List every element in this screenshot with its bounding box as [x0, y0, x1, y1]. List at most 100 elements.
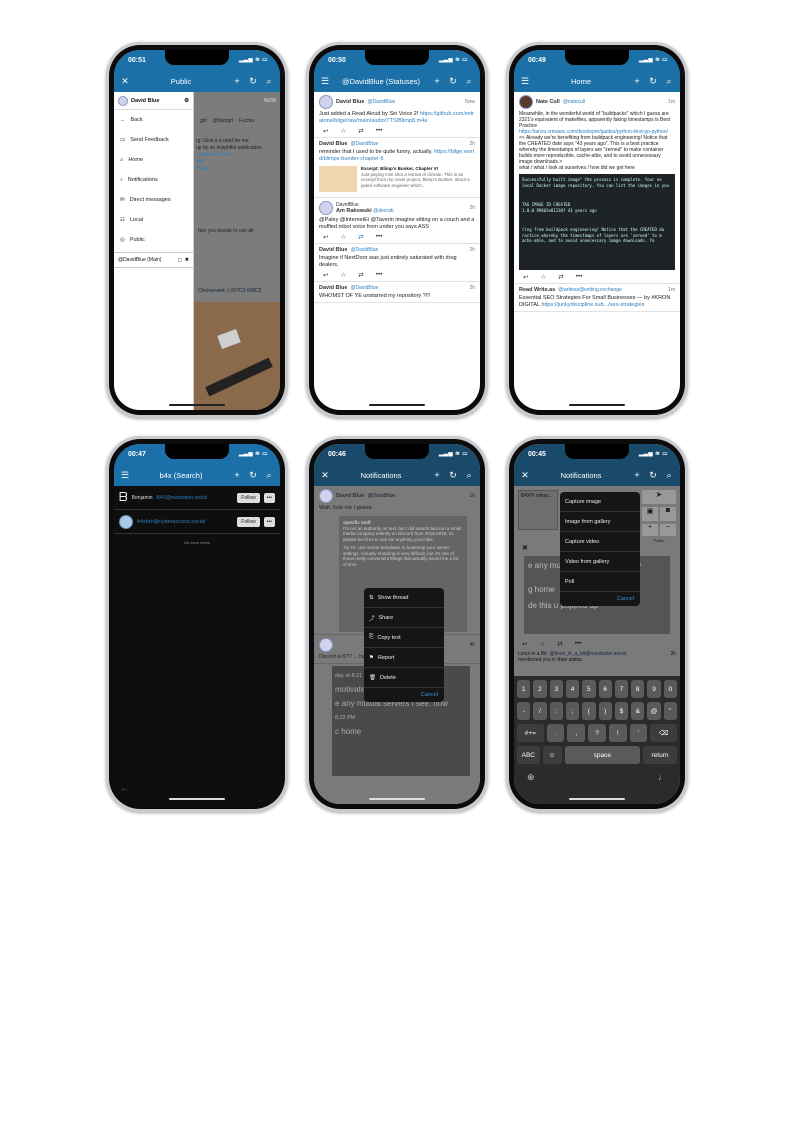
key[interactable]: 2 [533, 680, 547, 698]
status-post[interactable]: David Blue @DavidBlue 2h reminder that I u… [314, 138, 480, 198]
key[interactable]: ? [588, 724, 606, 742]
status-post[interactable]: David Blue @DavidBlue Now Just added a Rea… [314, 92, 480, 138]
add-icon[interactable]: + [642, 524, 658, 536]
close-icon[interactable]: ✕ [320, 470, 330, 480]
key[interactable]: . [546, 724, 565, 742]
drawer-item-direct-messages[interactable]: ✉ Direct messages [114, 190, 193, 210]
close-icon[interactable]: ✖ [185, 257, 189, 263]
key[interactable]: 3 [549, 680, 563, 698]
hamburger-menu-icon[interactable]: ☰ [520, 76, 530, 86]
emoji-icon[interactable]: ☺ [542, 746, 562, 764]
key[interactable]: , [567, 724, 586, 742]
status-post[interactable]: Nate Cull @natecull 1m Meanwhile, in the w… [514, 92, 680, 284]
back-arrow-icon[interactable]: ← [120, 783, 130, 794]
menu-item-image-from-gallery[interactable]: Image from gallery [560, 512, 640, 532]
key[interactable]: 6 [598, 680, 612, 698]
refresh-icon[interactable]: ↻ [248, 470, 258, 480]
gear-icon[interactable]: ⚙ [184, 98, 189, 104]
link-card[interactable]: Excerpt: Blimp's Bunker, Chapter VI Just… [319, 166, 475, 192]
search-result-row[interactable]: ᗷ Benjamin B4X@mastodon.social Follow ••… [114, 486, 280, 510]
cancel-button[interactable]: Cancel [364, 688, 444, 702]
reply-icon[interactable]: ↩ [323, 127, 328, 135]
more-button[interactable]: ••• [263, 516, 275, 527]
star-icon[interactable]: ☆ [340, 271, 346, 279]
menu-item-copy-text[interactable]: ⎘ Copy text [364, 628, 444, 648]
key[interactable]: ; [565, 702, 580, 720]
drawer-item-local[interactable]: ☷ Local [114, 210, 193, 230]
refresh-icon[interactable]: ↻ [248, 76, 258, 86]
avatar[interactable] [319, 201, 333, 215]
hamburger-menu-icon[interactable]: ☰ [320, 76, 330, 86]
compose-plus-icon[interactable]: + [632, 76, 642, 86]
symbols-key[interactable]: #+= [517, 724, 544, 742]
key[interactable]: : [549, 702, 563, 720]
microphone-icon[interactable]: ♩ [658, 772, 667, 783]
search-icon[interactable]: ⌕ [664, 470, 674, 480]
follow-button[interactable]: Follow [237, 516, 260, 527]
more-icon[interactable]: ••• [376, 271, 383, 279]
reply-icon[interactable]: ↩ [323, 233, 328, 241]
drawer-account-row[interactable]: @DavidBlue (Main) ◻ ✖ [114, 252, 193, 268]
star-icon[interactable]: ☆ [540, 273, 546, 281]
visibility-label[interactable]: Public [642, 538, 676, 543]
key[interactable]: & [631, 702, 645, 720]
compose-plus-icon[interactable]: + [432, 76, 442, 86]
search-icon[interactable]: ⌕ [664, 76, 674, 86]
key[interactable]: @ [647, 702, 661, 720]
menu-item-capture-video[interactable]: Capture video [560, 532, 640, 552]
send-icon[interactable]: ➤ [642, 490, 676, 504]
more-icon[interactable]: ••• [575, 640, 582, 648]
drawer-item-feedback[interactable]: ▭ Send Feedback [114, 130, 193, 150]
star-icon[interactable]: ☆ [340, 233, 346, 241]
menu-item-show-thread[interactable]: ⇅ Show thread [364, 588, 444, 608]
abc-key[interactable]: ABC [517, 746, 540, 764]
close-icon[interactable]: ✖ [522, 544, 528, 552]
notification-row[interactable]: ↩ ☆ ⇄ ••• Linux in a Bit @linux_in_a_bit@mas… [518, 638, 676, 663]
menu-item-share[interactable]: ⤴ Share [364, 608, 444, 628]
reply-icon[interactable]: ↩ [323, 271, 328, 279]
search-icon[interactable]: ⌕ [264, 76, 274, 86]
search-icon[interactable]: ⌕ [464, 76, 474, 86]
status-post[interactable]: David Blue @DavidBlue 2h WHOMST OF YE unst… [314, 282, 480, 303]
refresh-icon[interactable]: ↻ [648, 76, 658, 86]
remove-icon[interactable]: − [660, 524, 676, 536]
boost-icon[interactable]: ⇄ [358, 127, 363, 135]
key[interactable]: - [517, 702, 531, 720]
bookmark-icon[interactable]: ◻ [178, 257, 182, 263]
hamburger-menu-icon[interactable]: ☰ [120, 470, 130, 480]
return-key[interactable]: return [643, 746, 677, 764]
menu-item-video-from-gallery[interactable]: Video from gallery [560, 552, 640, 572]
key[interactable]: 0 [663, 680, 677, 698]
drawer-item-back[interactable]: ← Back [114, 110, 193, 130]
key[interactable]: ' [629, 724, 648, 742]
space-key[interactable]: space [564, 746, 641, 764]
close-icon[interactable]: ✕ [120, 76, 130, 86]
more-icon[interactable]: ••• [376, 127, 383, 135]
key[interactable]: 4 [565, 680, 580, 698]
key[interactable]: " [663, 702, 677, 720]
drawer-item-public[interactable]: ◎ Public [114, 230, 193, 250]
compose-plus-icon[interactable]: + [432, 470, 442, 480]
key[interactable]: 7 [614, 680, 629, 698]
key[interactable]: / [533, 702, 547, 720]
search-icon[interactable]: ⌕ [264, 470, 274, 480]
more-button[interactable]: ••• [263, 492, 275, 503]
refresh-icon[interactable]: ↻ [448, 470, 458, 480]
drawer-item-notifications[interactable]: ♪ Notifications [114, 170, 193, 190]
key[interactable]: ) [598, 702, 612, 720]
image-icon[interactable]: ▣ [642, 507, 658, 521]
menu-item-report[interactable]: ⚑ Report [364, 648, 444, 668]
menu-item-poll[interactable]: Poll [560, 572, 640, 592]
boost-icon[interactable]: ⇄ [358, 271, 363, 279]
reply-icon[interactable]: ↩ [523, 273, 528, 281]
refresh-icon[interactable]: ↻ [448, 76, 458, 86]
avatar[interactable] [519, 95, 533, 109]
refresh-icon[interactable]: ↻ [648, 470, 658, 480]
status-post[interactable]: David Blue @DavidBlue 2h Imagine if NextDo… [314, 244, 480, 282]
boost-icon[interactable]: ⇄ [558, 273, 563, 281]
search-result-row[interactable]: b4xfan@cyberaccess.social Follow ••• [114, 510, 280, 534]
menu-item-delete[interactable]: 🗑 Delete [364, 668, 444, 688]
avatar[interactable] [319, 95, 333, 109]
star-icon[interactable]: ☆ [340, 127, 346, 135]
camera-icon[interactable]: ◙ [660, 507, 676, 521]
